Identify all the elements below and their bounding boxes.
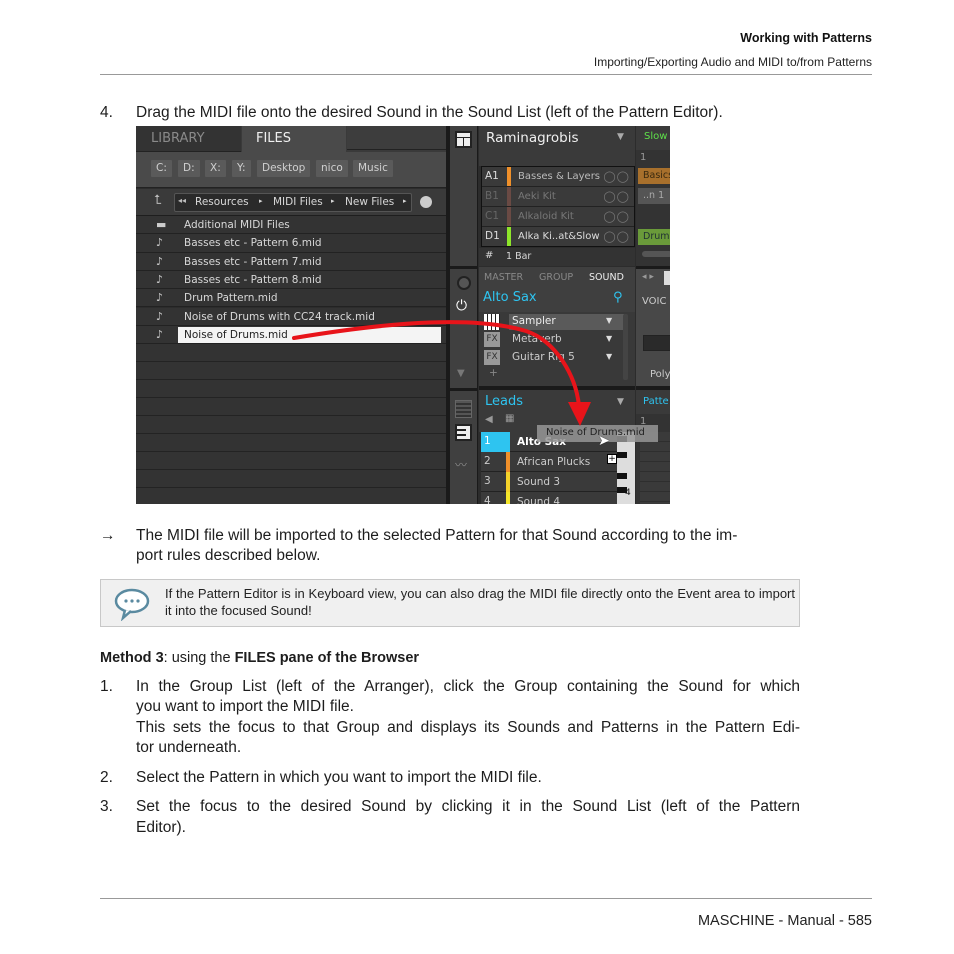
step-text: tor underneath. bbox=[136, 739, 242, 756]
result-text-line2: port rules described below. bbox=[136, 547, 321, 564]
chapter-title: Working with Patterns bbox=[740, 31, 872, 45]
mouse-cursor-icon: ➤ bbox=[598, 433, 610, 449]
method-mid: : using the bbox=[163, 650, 235, 666]
step-text: Select the Pattern in which you want to … bbox=[136, 769, 542, 786]
step-number: 1. bbox=[100, 678, 113, 695]
result-arrow: → bbox=[100, 527, 116, 544]
tip-text: If the Pattern Editor is in Keyboard vie… bbox=[165, 586, 795, 618]
header-divider bbox=[100, 74, 872, 75]
step-number: 4. bbox=[100, 104, 113, 121]
step-text: you want to import the MIDI file. bbox=[136, 698, 354, 715]
maschine-screenshot: LIBRARY FILES C: D: X: Y: Desktop nico M… bbox=[136, 126, 670, 504]
section-title: Importing/Exporting Audio and MIDI to/fr… bbox=[593, 55, 872, 69]
step-text: Set the focus to the desired Sound by cl… bbox=[136, 798, 800, 815]
tip-box: If the Pattern Editor is in Keyboard vie… bbox=[100, 579, 800, 627]
result-text-line1: The MIDI file will be imported to the se… bbox=[136, 527, 738, 544]
step-text: This sets the focus to that Group and di… bbox=[136, 719, 800, 736]
method3-heading: Method 3: using the FILES pane of the Br… bbox=[100, 648, 419, 668]
step-number: 3. bbox=[100, 798, 113, 815]
step-text: Drag the MIDI file onto the desired Soun… bbox=[136, 104, 723, 121]
page-footer: MASCHINE - Manual - 585 bbox=[697, 913, 872, 929]
drag-arrow bbox=[292, 320, 591, 426]
method-label: Method 3 bbox=[100, 650, 164, 666]
copy-plus-icon: + bbox=[607, 454, 617, 464]
method-target: FILES pane of the Browser bbox=[234, 650, 420, 666]
speech-bubble-icon bbox=[114, 588, 150, 621]
footer-divider bbox=[100, 898, 872, 899]
drag-arrow-head bbox=[568, 402, 591, 426]
drag-arrow-path bbox=[292, 320, 581, 408]
step-text: In the Group List (left of the Arranger)… bbox=[136, 678, 800, 695]
step-number: 2. bbox=[100, 769, 113, 786]
step-text: Editor). bbox=[136, 819, 186, 836]
